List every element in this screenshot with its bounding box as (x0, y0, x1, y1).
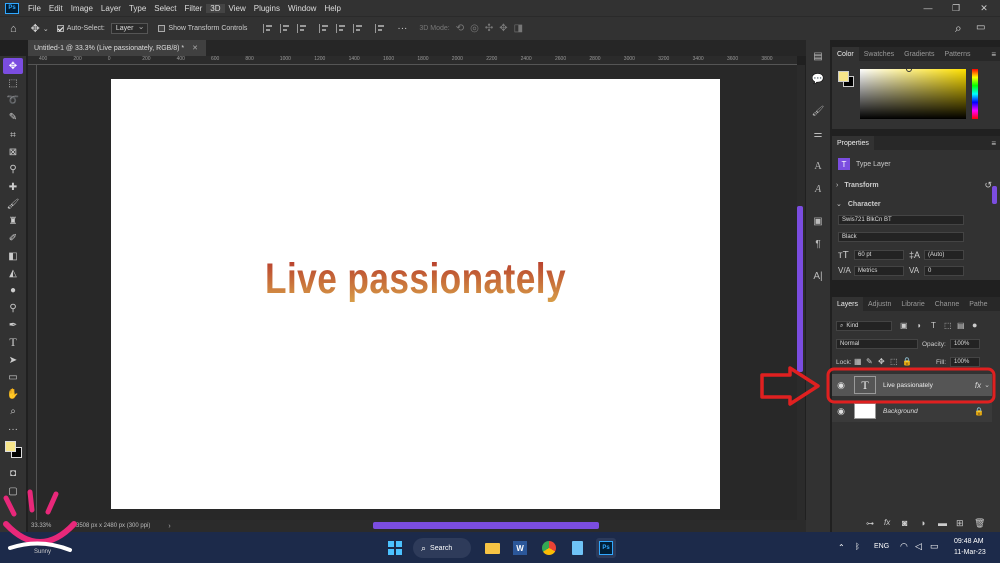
bluetooth-icon[interactable]: ᛒ (855, 542, 860, 551)
foreground-color-swatch[interactable] (5, 440, 16, 452)
windows-logo-icon (388, 541, 402, 555)
taskbar-search-label: Search (430, 544, 453, 552)
volume-icon[interactable]: ◁ (915, 541, 922, 552)
notepad-icon[interactable] (567, 538, 587, 558)
red-highlight-box (826, 367, 996, 404)
system-tray-chevron-icon[interactable]: ⌃ (838, 543, 845, 552)
panel-foreground-swatch[interactable] (838, 71, 849, 82)
wifi-icon[interactable]: ◠ (900, 541, 908, 552)
taskbar-search-button[interactable]: ⌕ Search (413, 538, 471, 558)
file-explorer-icon[interactable] (482, 538, 502, 558)
battery-icon[interactable]: ▭ (930, 541, 939, 552)
language-indicator[interactable]: ENG (874, 543, 889, 550)
photoshop-window: Ps File Edit Image Layer Type Select Fil… (0, 0, 1000, 563)
search-icon: ⌕ (421, 542, 427, 553)
red-arrow-annotation (760, 366, 820, 406)
photoshop-taskbar-icon[interactable]: Ps (596, 538, 616, 558)
chrome-icon[interactable] (539, 538, 559, 558)
windows-start-icon[interactable] (385, 538, 405, 558)
clock-date[interactable]: 11-Mar-23 (954, 549, 986, 556)
clock-time[interactable]: 09:48 AM (954, 538, 984, 545)
annotation-overlay (760, 366, 996, 406)
sun-sticker-icon (3, 489, 77, 552)
word-icon[interactable]: W (510, 538, 530, 558)
